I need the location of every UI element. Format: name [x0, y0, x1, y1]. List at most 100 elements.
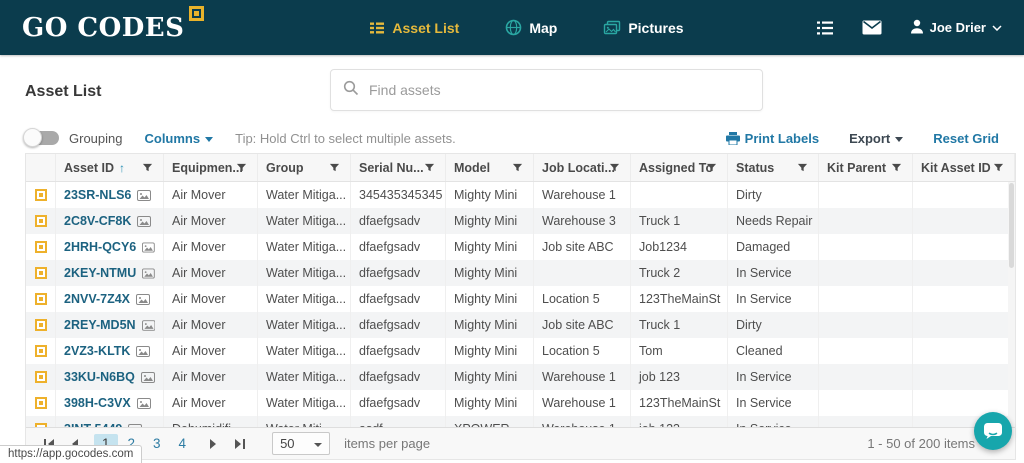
columns-button[interactable]: Columns: [144, 131, 213, 146]
cell-kit-parent: [819, 260, 913, 286]
photo-icon[interactable]: [137, 398, 151, 409]
photo-icon[interactable]: [142, 242, 155, 253]
cell-job-location: [534, 260, 631, 286]
cell-model: Mighty Mini: [446, 208, 534, 234]
last-page-button[interactable]: [228, 433, 250, 455]
table-row[interactable]: 2REY-MD5NAir MoverWater Mitiga...dfaefgs…: [26, 312, 1015, 338]
asset-id-link[interactable]: 2C8V-CF8K: [64, 214, 131, 228]
gocodes-logo[interactable]: GO CODES: [22, 15, 204, 41]
next-page-button[interactable]: [202, 433, 224, 455]
cell-serial: 345435345345: [351, 182, 446, 208]
filter-icon[interactable]: [993, 162, 1004, 173]
cell-asset-id: 23SR-NLS6: [56, 182, 164, 208]
cell-equipment: Dehumidifi...: [164, 416, 258, 427]
filter-icon[interactable]: [609, 162, 620, 173]
grouping-toggle[interactable]: [25, 131, 59, 145]
table-row[interactable]: 33KU-N6BQAir MoverWater Mitiga...dfaefgs…: [26, 364, 1015, 390]
table-row[interactable]: 398H-C3VXAir MoverWater Mitiga...dfaefgs…: [26, 390, 1015, 416]
asset-id-link[interactable]: 398H-C3VX: [64, 396, 131, 410]
search-input[interactable]: [369, 82, 750, 98]
cell-asset-id: 3INT-5449: [56, 416, 164, 427]
filter-icon[interactable]: [706, 162, 717, 173]
photo-icon[interactable]: [136, 294, 150, 305]
nav-item-pictures[interactable]: Pictures: [603, 20, 683, 36]
chat-button[interactable]: [974, 412, 1012, 450]
photo-icon[interactable]: [128, 424, 142, 428]
cell-job-location: Job site ABC: [534, 312, 631, 338]
photo-icon[interactable]: [137, 216, 151, 227]
scrollbar-thumb[interactable]: [1009, 183, 1014, 268]
reset-grid-button[interactable]: Reset Grid: [933, 131, 999, 146]
filter-icon[interactable]: [236, 162, 247, 173]
filter-icon[interactable]: [329, 162, 340, 173]
header-cell-asset-id[interactable]: Asset ID↑: [56, 154, 164, 181]
pager-page-3[interactable]: 3: [145, 434, 169, 453]
mail-icon[interactable]: [862, 20, 882, 35]
filter-icon[interactable]: [797, 162, 808, 173]
navbar-right: Joe Drier: [816, 19, 1002, 37]
pager-page-4[interactable]: 4: [171, 434, 195, 453]
photo-icon[interactable]: [136, 346, 150, 357]
header-cell-group[interactable]: Group: [258, 154, 351, 181]
vertical-scrollbar[interactable]: [1008, 182, 1015, 427]
nav-item-map[interactable]: Map: [505, 19, 557, 36]
header-cell-kit-parent[interactable]: Kit Parent: [819, 154, 913, 181]
cell-asset-id: 2NVV-7Z4X: [56, 286, 164, 312]
nav-item-asset-list[interactable]: Asset List: [369, 20, 459, 36]
photo-icon[interactable]: [141, 372, 155, 383]
filter-icon[interactable]: [142, 162, 153, 173]
asset-id-link[interactable]: 33KU-N6BQ: [64, 370, 135, 384]
header-cell-status[interactable]: Status: [728, 154, 819, 181]
chevron-down-icon: [205, 137, 213, 142]
cell-kit-asset-id: [913, 364, 1015, 390]
cell-equipment: Air Mover: [164, 260, 258, 286]
table-row[interactable]: 2C8V-CF8KAir MoverWater Mitiga...dfaefgs…: [26, 208, 1015, 234]
asset-id-link[interactable]: 3INT-5449: [64, 422, 122, 427]
cell-job-location: Warehouse 1: [534, 416, 631, 427]
asset-id-link[interactable]: 2VZ3-KLTK: [64, 344, 130, 358]
filter-icon[interactable]: [891, 162, 902, 173]
asset-id-link[interactable]: 2NVV-7Z4X: [64, 292, 130, 306]
table-row[interactable]: 3INT-5449Dehumidifi...Water Miti...asdfX…: [26, 416, 1015, 427]
task-list-icon[interactable]: [816, 20, 834, 36]
table-row[interactable]: 2VZ3-KLTKAir MoverWater Mitiga...dfaefgs…: [26, 338, 1015, 364]
cell-model: Mighty Mini: [446, 338, 534, 364]
cell-status: Cleaned: [728, 338, 819, 364]
asset-id-link[interactable]: 2REY-MD5N: [64, 318, 136, 332]
grid-toolbar: Grouping Columns Tip: Hold Ctrl to selec…: [0, 123, 1024, 153]
photo-icon[interactable]: [137, 190, 151, 201]
filter-icon[interactable]: [512, 162, 523, 173]
filter-icon[interactable]: [424, 162, 435, 173]
photo-icon[interactable]: [142, 320, 155, 331]
header-cell-job-locati[interactable]: Job Locati...: [534, 154, 631, 181]
printer-icon: [726, 132, 740, 145]
table-row[interactable]: 2HRH-QCY6Air MoverWater Mitiga...dfaefgs…: [26, 234, 1015, 260]
cell-kit-asset-id: [913, 390, 1015, 416]
chat-bubble-icon: [982, 421, 1004, 441]
cell-asset-id: 2C8V-CF8K: [56, 208, 164, 234]
cell-serial: dfaefgsadv: [351, 234, 446, 260]
cell-kit-parent: [819, 416, 913, 427]
user-menu[interactable]: Joe Drier: [910, 19, 1002, 37]
cell-assigned-to: Job1234: [631, 234, 728, 260]
header-cell-assigned-to[interactable]: Assigned To: [631, 154, 728, 181]
table-row[interactable]: 23SR-NLS6Air MoverWater Mitiga...3454353…: [26, 182, 1015, 208]
page-size-select[interactable]: 50: [272, 432, 330, 455]
asset-id-link[interactable]: 2HRH-QCY6: [64, 240, 136, 254]
cell-equipment: Air Mover: [164, 182, 258, 208]
asset-grid: Asset ID↑Equipmen...GroupSerial Nu...Mod…: [25, 153, 1016, 460]
header-cell-kit-asset-id[interactable]: Kit Asset ID: [913, 154, 1015, 181]
cell-kit-asset-id: [913, 260, 1015, 286]
header-cell-equipmen[interactable]: Equipmen...: [164, 154, 258, 181]
cell-assigned-to: Truck 2: [631, 260, 728, 286]
table-row[interactable]: 2KEY-NTMUAir MoverWater Mitiga...dfaefgs…: [26, 260, 1015, 286]
print-labels-button[interactable]: Print Labels: [726, 131, 819, 146]
header-cell-model[interactable]: Model: [446, 154, 534, 181]
table-row[interactable]: 2NVV-7Z4XAir MoverWater Mitiga...dfaefgs…: [26, 286, 1015, 312]
header-cell-serial-nu[interactable]: Serial Nu...: [351, 154, 446, 181]
export-button[interactable]: Export: [849, 131, 903, 146]
photo-icon[interactable]: [142, 268, 155, 279]
asset-id-link[interactable]: 23SR-NLS6: [64, 188, 131, 202]
asset-id-link[interactable]: 2KEY-NTMU: [64, 266, 136, 280]
cell-assigned-to: 123TheMainSt: [631, 390, 728, 416]
